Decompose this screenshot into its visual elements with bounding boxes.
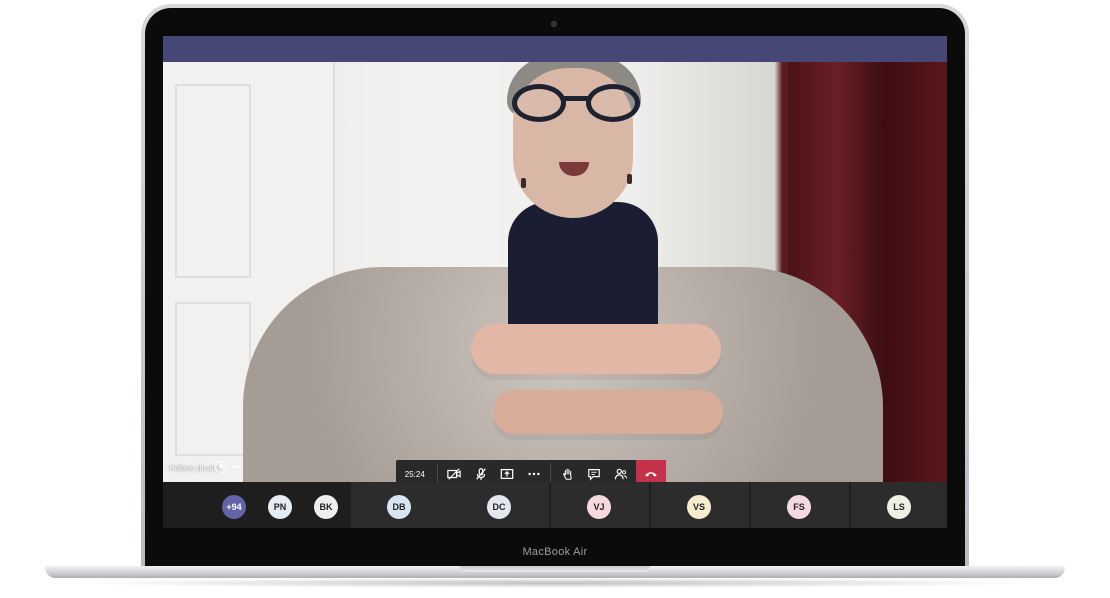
chat-button[interactable] xyxy=(581,460,608,482)
guest-icon xyxy=(215,461,227,473)
earring xyxy=(627,174,632,184)
mic-toggle-button[interactable] xyxy=(467,460,494,482)
participant-avatar[interactable]: FS xyxy=(787,495,811,519)
participant-strip: +94 PN BK DB DC VJ VS FS LS xyxy=(163,482,947,528)
overflow-participants-avatar[interactable]: +94 xyxy=(222,495,246,519)
glasses-lens xyxy=(586,84,640,122)
participant-avatar[interactable]: LS xyxy=(887,495,911,519)
glasses-lens xyxy=(512,84,566,122)
main-video-feed[interactable]: Hélène (Invité) ••• 25:24 xyxy=(163,62,947,482)
participant-avatar[interactable]: VS xyxy=(687,495,711,519)
divider xyxy=(436,463,438,482)
hang-up-icon xyxy=(645,472,657,477)
share-button[interactable] xyxy=(494,460,521,482)
call-timer: 25:24 xyxy=(404,469,425,479)
participant-avatar[interactable]: DB xyxy=(387,495,411,519)
hand-top xyxy=(471,324,721,374)
glasses xyxy=(512,84,640,124)
hand-bottom xyxy=(493,390,723,434)
more-actions-icon xyxy=(528,472,540,476)
hang-up-button[interactable] xyxy=(636,460,666,482)
participant-avatar[interactable]: VJ xyxy=(587,495,611,519)
participant-avatar[interactable]: BK xyxy=(314,495,338,519)
glasses-bridge xyxy=(564,96,588,101)
participant-avatar[interactable]: DC xyxy=(487,495,511,519)
more-actions-button[interactable] xyxy=(521,460,548,482)
teams-title-bar xyxy=(163,36,947,62)
participant-avatar[interactable]: PN xyxy=(268,495,292,519)
sign-language-interpreter xyxy=(163,62,947,482)
raise-hand-icon xyxy=(562,468,572,480)
participant-tile[interactable] xyxy=(351,482,549,528)
share-screen-icon xyxy=(500,469,514,479)
earring xyxy=(521,178,526,188)
laptop-screen: Hélène (Invité) ••• 25:24 +94 PN BK DB D… xyxy=(163,36,947,528)
chat-icon xyxy=(588,469,601,481)
mic-off-icon xyxy=(475,468,486,481)
more-options-icon[interactable]: ••• xyxy=(233,462,241,472)
laptop-shadow xyxy=(70,578,1040,588)
participant-name-label: Hélène (Invité) xyxy=(169,464,222,473)
laptop-base-notch xyxy=(460,566,650,572)
participants-button[interactable] xyxy=(608,460,635,482)
camera-toggle-button[interactable] xyxy=(441,460,468,482)
participants-icon xyxy=(614,468,628,480)
webcam-icon xyxy=(551,21,557,27)
divider xyxy=(550,463,552,482)
camera-off-icon xyxy=(447,468,461,480)
raise-hand-button[interactable] xyxy=(554,460,581,482)
call-controls-bar: 25:24 xyxy=(396,460,666,482)
laptop-model-label: MacBook Air xyxy=(522,546,588,558)
